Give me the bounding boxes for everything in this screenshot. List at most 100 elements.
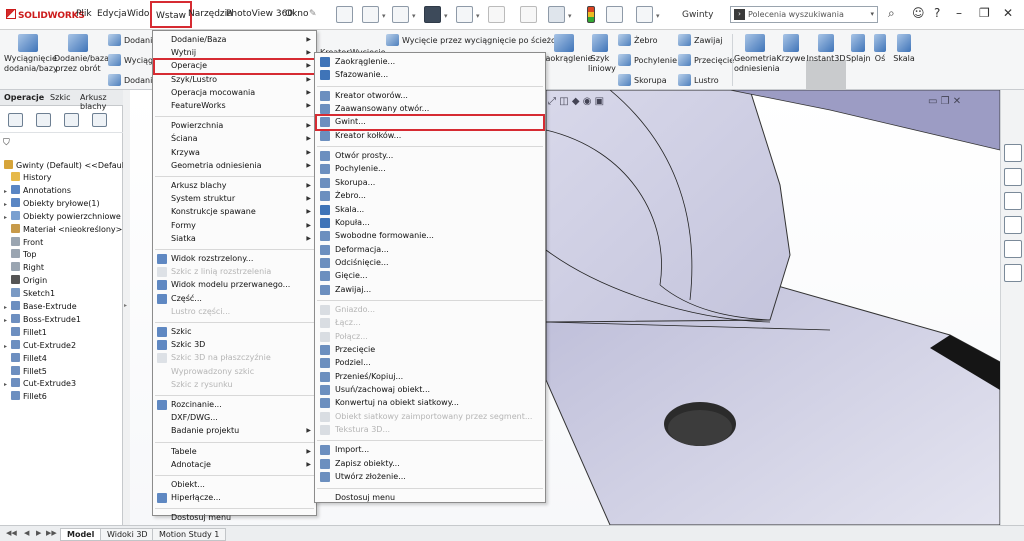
file-explorer-icon[interactable] <box>1004 192 1022 210</box>
curves-button[interactable]: Krzywe <box>776 34 806 64</box>
menu-item-konstrukcje-spawane[interactable]: Konstrukcje spawane ▶ <box>153 206 316 219</box>
menu-item-system-struktur[interactable]: System struktur ▶ <box>153 193 316 206</box>
tree-item[interactable]: Top <box>4 249 37 259</box>
menu-item-szyk-lustro[interactable]: Szyk/Lustro ▶ <box>153 74 316 87</box>
rib-button[interactable]: Żebro <box>618 34 658 46</box>
last-tab-icon[interactable]: ▶▶ <box>46 529 57 537</box>
menu-item-tabele[interactable]: Tabele ▶ <box>153 446 316 459</box>
menu-item-dostosuj-menu[interactable]: Dostosuj menu <box>153 512 316 525</box>
user-icon[interactable]: ☺ <box>912 6 925 20</box>
chevron-down-icon[interactable]: ▾ <box>656 12 660 20</box>
command-search-input[interactable]: › Polecenia wyszukiwania ▾ <box>730 6 878 23</box>
chevron-down-icon[interactable]: ▾ <box>412 12 416 20</box>
menu-plik[interactable]: Plik <box>76 9 92 19</box>
menu-item-krzywa[interactable]: Krzywa ▶ <box>153 147 316 160</box>
save-icon[interactable] <box>424 6 441 23</box>
menu-item-szkic-3d[interactable]: Szkic 3D <box>153 339 316 352</box>
chevron-down-icon[interactable]: ▾ <box>476 12 480 20</box>
menu-item-gięcie[interactable]: Gięcie... <box>315 270 545 283</box>
menu-item-siatka[interactable]: Siatka ▶ <box>153 233 316 246</box>
menu-photoview[interactable]: PhotoView 360 <box>226 9 293 19</box>
tree-item[interactable]: ▸ Obiekty bryłowe(1) <box>4 197 100 208</box>
menu-edycja[interactable]: Edycja <box>97 9 127 19</box>
shell-button[interactable]: Skorupa <box>618 74 667 86</box>
print-icon[interactable] <box>456 6 473 23</box>
tree-item[interactable]: Materiał <nieokreślony> <box>4 223 122 234</box>
viewport-window-controls-icon[interactable]: ▭ ❐ ✕ <box>928 96 961 107</box>
tree-item[interactable]: ▸ Boss-Extrude1 <box>4 313 81 324</box>
tree-item[interactable]: Front <box>4 236 43 247</box>
configuration-manager-icon[interactable] <box>64 113 79 127</box>
menu-item-adnotacje[interactable]: Adnotacje ▶ <box>153 459 316 472</box>
section-view-icon[interactable]: ◫ <box>559 96 568 107</box>
help-icon[interactable]: ? <box>934 6 940 20</box>
expand-arrow-icon[interactable]: ▸ <box>4 343 11 350</box>
search-icon[interactable]: ⌕ <box>888 6 895 21</box>
redo-icon[interactable] <box>520 6 537 23</box>
chevron-down-icon[interactable]: ▾ <box>870 10 874 18</box>
zoom-fit-icon[interactable]: ⤢ <box>548 96 556 107</box>
display-style-icon[interactable]: ◆ <box>572 96 580 107</box>
menu-item-dodanie-baza[interactable]: Dodanie/Baza ▶ <box>153 34 316 47</box>
expand-arrow-icon[interactable]: ▸ <box>4 304 11 311</box>
tab-motion-study[interactable]: Motion Study 1 <box>152 528 227 541</box>
view-palette-icon[interactable] <box>1004 216 1022 234</box>
menu-item-otwór-prosty[interactable]: Otwór prosty... <box>315 150 545 163</box>
tree-root[interactable]: Gwinty (Default) <<Default>_I <box>4 160 140 170</box>
wrap-button[interactable]: Zawijaj <box>678 34 723 46</box>
menu-item-widok-modelu-przerwanego[interactable]: Widok modelu przerwanego... <box>153 279 316 292</box>
extruded-boss-button[interactable]: Wyciągnięcie dodania/bazy <box>4 34 58 74</box>
revolved-boss-button[interactable]: Dodanie/baza przez obrót <box>54 34 109 74</box>
first-tab-icon[interactable]: ◀◀ <box>6 529 17 537</box>
reference-geometry-button[interactable]: Geometria odniesienia <box>734 34 780 74</box>
next-tab-icon[interactable]: ▶ <box>36 529 41 537</box>
menu-item-badanie-projektu[interactable]: Badanie projektu ▶ <box>153 425 316 438</box>
menu-item-powierzchnia[interactable]: Powierzchnia ▶ <box>153 120 316 133</box>
intersect-button[interactable]: Przecięcie <box>678 54 734 66</box>
menu-item-hiperłącze[interactable]: Hiperłącze... <box>153 492 316 505</box>
feature-manager-icon[interactable] <box>8 113 23 127</box>
scale-button[interactable]: Skala <box>892 34 916 64</box>
menu-item-geometria-odniesienia[interactable]: Geometria odniesienia ▶ <box>153 160 316 173</box>
rebuild-traffic-light-icon[interactable] <box>587 6 595 23</box>
tab-szkic[interactable]: Szkic <box>50 93 71 102</box>
tab-model[interactable]: Model <box>60 528 102 541</box>
restore-icon[interactable]: ❐ <box>979 6 990 20</box>
menu-item-utwórz-złożenie[interactable]: Utwórz złożenie... <box>315 471 545 484</box>
spline-button[interactable]: Splajn <box>846 34 871 64</box>
linear-pattern-button[interactable]: Szyk liniowy <box>588 34 616 74</box>
menu-item-obiekt[interactable]: Obiekt... <box>153 479 316 492</box>
close-icon[interactable]: ✕ <box>1003 6 1013 20</box>
menu-item-zawijaj[interactable]: Zawijaj... <box>315 284 545 297</box>
menu-item-kreator-otworów[interactable]: Kreator otworów... <box>315 90 545 103</box>
solidworks-resources-icon[interactable] <box>1004 144 1022 162</box>
menu-item-widok-rozstrzelony[interactable]: Widok rozstrzelony... <box>153 253 316 266</box>
tab-3d-views[interactable]: Widoki 3D <box>100 528 155 541</box>
menu-item-operacja-mocowania[interactable]: Operacja mocowania ▶ <box>153 87 316 100</box>
chevron-down-icon[interactable]: ▾ <box>382 12 386 20</box>
home-icon[interactable] <box>336 6 353 23</box>
expand-arrow-icon[interactable]: ▸ <box>4 188 11 195</box>
menu-item-podziel[interactable]: Podziel... <box>315 357 545 370</box>
menu-item-dxf-dwg[interactable]: DXF/DWG... <box>153 412 316 425</box>
expand-arrow-icon[interactable]: ▸ <box>4 381 11 388</box>
menu-item-ściana[interactable]: Ściana ▶ <box>153 133 316 146</box>
menu-okno[interactable]: Okno <box>285 9 309 19</box>
axis-button[interactable]: Oś <box>870 34 890 64</box>
tree-item[interactable]: ▸ Cut-Extrude3 <box>4 378 76 388</box>
menu-item-zaokrąglenie[interactable]: Zaokrąglenie... <box>315 56 545 69</box>
options-gear-icon[interactable] <box>636 6 653 23</box>
menu-item-żebro[interactable]: Żebro... <box>315 190 545 203</box>
menu-item-kopuła[interactable]: Kopuła... <box>315 217 545 230</box>
menu-item-część[interactable]: Część... <box>153 293 316 306</box>
menu-item-przecięcie[interactable]: Przecięcie <box>315 344 545 357</box>
sweep-boss-button[interactable]: Dodanie <box>108 34 157 46</box>
menu-item-konwertuj-na-obiekt-siatkowy[interactable]: Konwertuj na obiekt siatkowy... <box>315 397 545 410</box>
menu-item-dostosuj-menu[interactable]: Dostosuj menu <box>315 492 545 505</box>
menu-item-arkusz-blachy[interactable]: Arkusz blachy ▶ <box>153 180 316 193</box>
open-folder-icon[interactable] <box>392 6 409 23</box>
menu-item-odciśnięcie[interactable]: Odciśnięcie... <box>315 257 545 270</box>
select-arrow-icon[interactable] <box>548 6 565 23</box>
tree-item[interactable]: Fillet5 <box>4 365 47 376</box>
menu-item-sfazowanie[interactable]: Sfazowanie... <box>315 69 545 82</box>
